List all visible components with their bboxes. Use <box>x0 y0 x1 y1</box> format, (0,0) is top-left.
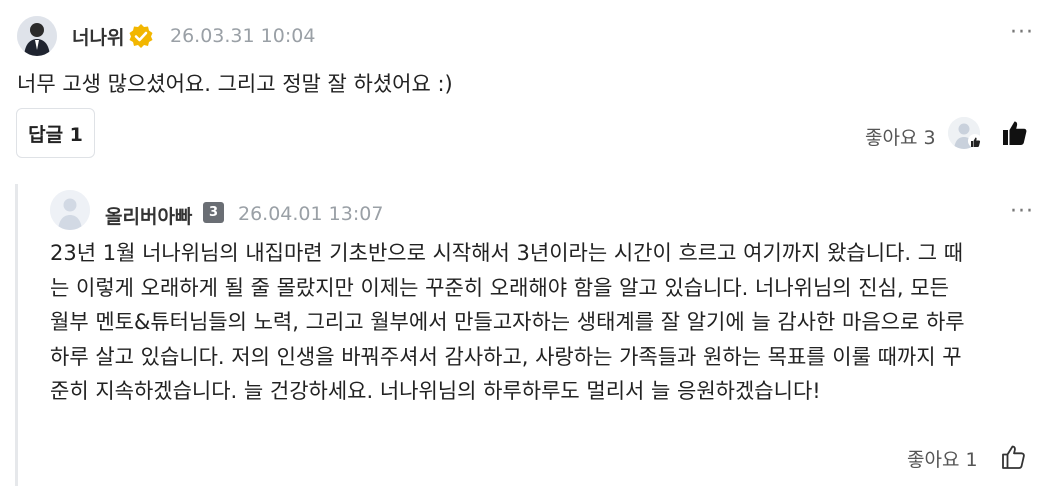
level-badge: 3 <box>203 202 224 223</box>
reply-like-count[interactable]: 좋아요 1 <box>907 445 978 472</box>
comment-text: 너무 고생 많으셨어요. 그리고 정말 잘 하셨어요 :) <box>17 72 453 96</box>
reply-text-line: 하루 살고 있습니다. 저의 인생을 바꿔주셔서 감사하고, 사랑하는 가족들과… <box>50 344 962 369</box>
reply-author[interactable]: 올리버아빠 <box>105 202 192 229</box>
more-options-button[interactable]: ··· <box>1010 20 1034 45</box>
reply-timestamp: 26.04.01 13:07 <box>238 203 384 225</box>
thumbs-up-outline-icon[interactable] <box>1000 443 1028 471</box>
reply-more-options-button[interactable]: ··· <box>1010 199 1034 224</box>
like-count[interactable]: 좋아요 3 <box>865 123 936 150</box>
comment-author[interactable]: 너나위 <box>72 23 124 50</box>
author-avatar[interactable] <box>17 16 57 56</box>
reply-text-line: 준히 지속하겠습니다. 늘 건강하세요. 너나위님의 하루하루도 멀리서 늘 응… <box>50 379 821 403</box>
reply-author-avatar[interactable] <box>50 190 90 230</box>
reply-text: 23년 1월 너나위님의 내집마련 기초반으로 시작해서 3년이라는 시간이 흐… <box>50 236 1045 409</box>
mini-thumbs-up-icon <box>968 134 982 148</box>
reply-text-line: 23년 1월 너나위님의 내집마련 기초반으로 시작해서 3년이라는 시간이 흐… <box>50 241 964 265</box>
reply-count-button[interactable]: 답글 1 <box>16 108 95 158</box>
reply-text-line: 월부 멘토&튜터님들의 노력, 그리고 월부에서 만들고자하는 생태계를 잘 알… <box>50 310 965 334</box>
verified-badge-icon <box>128 23 154 49</box>
thumbs-up-filled-icon[interactable] <box>1000 118 1030 148</box>
comment-timestamp: 26.03.31 10:04 <box>170 25 316 47</box>
reply-text-line: 는 이렇게 오래하게 될 줄 몰랐지만 이제는 꾸준히 오래해야 함을 알고 있… <box>50 275 949 300</box>
reply-thread-line <box>15 184 18 486</box>
